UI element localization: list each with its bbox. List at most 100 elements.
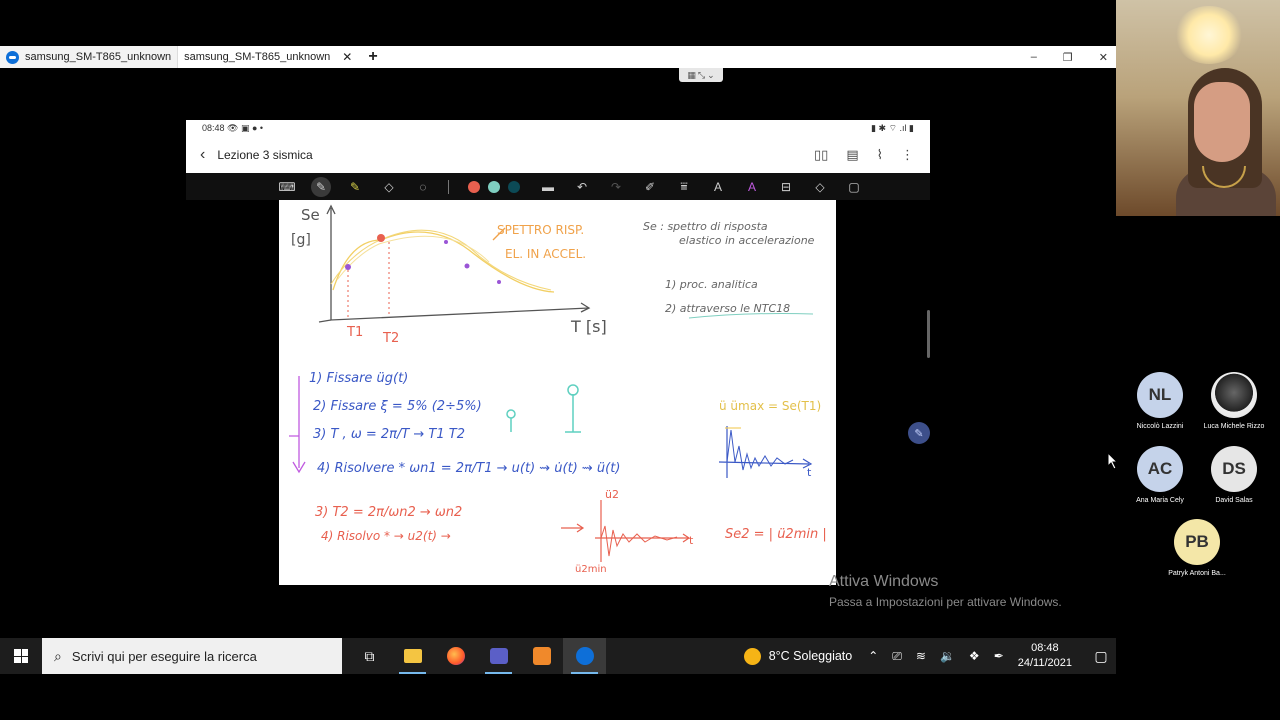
- windows-taskbar: ⌕ Scrivi qui per eseguire la ricerca ⧉ 8…: [0, 638, 1116, 674]
- taskbar-search[interactable]: ⌕ Scrivi qui per eseguire la ricerca: [42, 638, 342, 674]
- book-view-icon[interactable]: ▯▯: [814, 147, 828, 163]
- insert-text-icon[interactable]: ⊟: [769, 173, 803, 200]
- tab-1[interactable]: samsung_SM-T865_unknown: [0, 46, 179, 68]
- mouse-cursor-icon: [1107, 452, 1119, 470]
- dropbox-icon[interactable]: ❖: [969, 649, 980, 663]
- note-canvas-area: Se [g] T [s] T1 T2 SPETTRO RISP. EL. IN …: [186, 200, 930, 585]
- notification-icon[interactable]: ▢: [1086, 648, 1116, 665]
- clock-date: 24/11/2021: [1017, 657, 1072, 669]
- weather-widget[interactable]: 8°C Soleggiato: [743, 647, 853, 665]
- teams-icon[interactable]: [477, 638, 520, 674]
- participant-ds[interactable]: DS David Salas: [1189, 446, 1279, 504]
- highlighter-icon[interactable]: ✎: [338, 173, 372, 200]
- shape-pen-icon[interactable]: A: [735, 173, 769, 200]
- tab-1-label: samsung_SM-T865_unknown: [25, 51, 172, 63]
- page-list-icon[interactable]: ▤: [846, 147, 858, 163]
- more-menu-icon[interactable]: ⋮: [901, 147, 914, 163]
- restore-button[interactable]: ❐: [1063, 51, 1073, 64]
- start-button[interactable]: [0, 638, 42, 674]
- t1-label: T1: [346, 325, 363, 340]
- task-view-icon[interactable]: ⧉: [348, 638, 391, 674]
- graph1-t-label: t: [807, 466, 812, 479]
- pen-tool-icon[interactable]: ✎: [304, 173, 338, 200]
- chevron-up-icon[interactable]: ⌃: [868, 649, 878, 663]
- avatar: NL: [1137, 372, 1183, 418]
- avatar-initials: NL: [1148, 385, 1172, 404]
- oscillator-mass-2: [567, 384, 579, 396]
- se-definition-2: elastico in accelerazione: [679, 234, 815, 247]
- remote-floating-toolbar[interactable]: ▦ ⤡ ⌄: [679, 68, 723, 82]
- status-right-icons: ▮ ✱ ⌔ .ıl ▮: [871, 122, 914, 133]
- tablet-screen: 08:48 👁 ▣ ● • ▮ ✱ ⌔ .ıl ▮ ‹ Lezione 3 si…: [186, 120, 930, 585]
- volume-icon[interactable]: 🔉: [940, 649, 955, 663]
- graph2-t-label: t: [689, 534, 694, 547]
- window-controls: – ❐ ✕: [1031, 46, 1108, 68]
- avatar-photo: [1211, 372, 1257, 418]
- tab-2[interactable]: samsung_SM-T865_unknown ✕: [178, 46, 359, 68]
- eraser-icon[interactable]: ◇: [372, 173, 406, 200]
- note-page[interactable]: Se [g] T [s] T1 T2 SPETTRO RISP. EL. IN …: [279, 200, 836, 585]
- page-scrollbar[interactable]: [927, 310, 930, 358]
- participant-lmr[interactable]: Luca Michele Rizzo: [1189, 372, 1279, 430]
- undo-icon[interactable]: ↶: [565, 173, 599, 200]
- participant-name: Luca Michele Rizzo: [1203, 423, 1265, 430]
- step-3: 3) T , ω = 2π/T → T1 T2: [313, 427, 465, 442]
- weather-text: 8°C Soleggiato: [768, 649, 853, 663]
- align-icon[interactable]: ⩸: [667, 173, 701, 200]
- avatar: PB: [1174, 519, 1220, 565]
- spectrum-point-t1: [345, 264, 351, 270]
- teamviewer-taskbar-icon[interactable]: [563, 638, 606, 674]
- avatar: DS: [1211, 446, 1257, 492]
- pen-floating-icon[interactable]: ✎: [908, 422, 930, 444]
- search-icon: ⌕: [54, 647, 62, 664]
- color-swatch-dark[interactable]: [497, 173, 531, 200]
- max-response-label: ü ümax = Se(T1): [719, 399, 821, 413]
- header-actions: ▯▯ ▤ ⌇ ⋮: [814, 136, 914, 173]
- back-arrow-icon[interactable]: ‹: [200, 146, 205, 164]
- keyboard-icon[interactable]: ⌨: [270, 173, 304, 200]
- t2-label: T2: [382, 331, 399, 346]
- text-icon[interactable]: A: [701, 173, 735, 200]
- color-dot-dark: [508, 180, 520, 193]
- close-button[interactable]: ✕: [1099, 51, 1108, 64]
- spectrum-point-b: [444, 240, 448, 244]
- axis-tick: [318, 319, 332, 323]
- axis-y-label: Se: [301, 206, 320, 224]
- stroke-width-icon[interactable]: ▬: [531, 173, 565, 200]
- spectrum-drop-lines: [347, 242, 390, 318]
- device-icon[interactable]: ⎚: [892, 649, 902, 664]
- taskbar-clock[interactable]: 08:48 24/11/2021: [1018, 641, 1072, 671]
- axis-x-label: T [s]: [570, 317, 607, 336]
- wifi-icon[interactable]: ≋: [916, 649, 926, 663]
- graph2-bottom-label: ü2min: [575, 564, 607, 575]
- chevron-down-icon: ⌄: [707, 69, 715, 80]
- activation-watermark: Attiva Windows Passa a Impostazioni per …: [829, 573, 1062, 609]
- desktop: samsung_SM-T865_unknown samsung_SM-T865_…: [0, 0, 1280, 720]
- status-icons: 👁 ▣ ● •: [227, 122, 264, 133]
- search-placeholder: Scrivi qui per eseguire la ricerca: [71, 648, 257, 664]
- pen-settings-icon[interactable]: ✐: [633, 173, 667, 200]
- tab-close-icon[interactable]: ✕: [342, 50, 352, 64]
- spectrum-peak-dot: [377, 234, 385, 242]
- step-1: 1) Fissare üg(t): [309, 371, 408, 386]
- firefox-icon[interactable]: [434, 638, 477, 674]
- step-2: 2) Fissare ξ = 5% (2÷5%): [313, 399, 482, 414]
- expand-icon: ⤡: [697, 69, 706, 80]
- spectrum-point-c: [497, 280, 501, 284]
- spectrum-label-2: EL. IN ACCEL.: [505, 247, 586, 261]
- pen-icon[interactable]: ✒: [994, 649, 1004, 663]
- step-4b: 4) Risolvo * → u2(t) →: [321, 529, 451, 543]
- redo-icon[interactable]: ↷: [599, 173, 633, 200]
- participant-pb[interactable]: PB Patryk Antoni Ba...: [1152, 519, 1242, 577]
- presentation-app-icon[interactable]: [520, 638, 563, 674]
- oscillator-icons: [510, 394, 581, 433]
- tray-icons: ⌃ ⎚ ≋ 🔉 ❖ ✒: [868, 649, 1004, 664]
- minimize-button[interactable]: –: [1031, 51, 1037, 63]
- shapes-icon[interactable]: ◇: [803, 173, 837, 200]
- avatar-initials: AC: [1147, 459, 1173, 478]
- lock-icon[interactable]: ▢: [837, 173, 871, 200]
- new-tab-button[interactable]: +: [358, 48, 387, 66]
- file-explorer-icon[interactable]: [391, 638, 434, 674]
- lasso-icon[interactable]: ◌: [406, 173, 440, 200]
- attach-icon[interactable]: ⌇: [877, 147, 883, 163]
